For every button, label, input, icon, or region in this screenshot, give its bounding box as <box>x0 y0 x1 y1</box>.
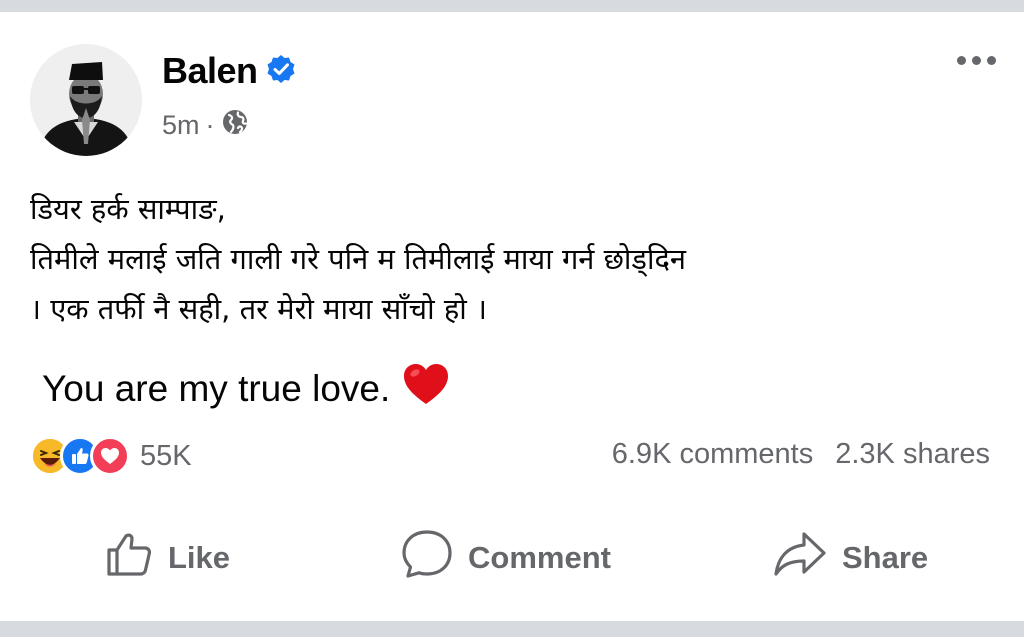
post-line: । एक तर्फी नै सही, तर मेरो माया साँचो हो… <box>30 292 487 326</box>
more-options-icon[interactable] <box>957 56 996 65</box>
author-name[interactable]: Balen <box>162 50 258 92</box>
post-line: तिमीले मलाई जति गाली गरे पनि म तिमीलाई म… <box>30 242 686 276</box>
like-label: Like <box>168 540 231 575</box>
love-reaction-icon <box>90 436 130 476</box>
shares-count[interactable]: 2.3K shares <box>835 438 990 471</box>
post-english-line: You are my true love. <box>42 362 450 415</box>
post-line: डियर हर्क साम्पाङ, <box>30 192 226 226</box>
more-dot <box>957 56 966 65</box>
more-dot <box>972 56 981 65</box>
top-divider <box>0 0 1024 12</box>
red-heart-icon <box>402 362 450 415</box>
reaction-icons <box>30 436 130 476</box>
comment-button[interactable]: Comment <box>400 528 611 588</box>
comment-label: Comment <box>468 540 611 575</box>
like-button[interactable]: Like <box>104 528 230 588</box>
avatar[interactable] <box>30 44 142 156</box>
reaction-count: 55K <box>140 439 192 472</box>
verified-badge-icon <box>266 54 296 89</box>
post-stats: 6.9K comments 2.3K shares <box>612 438 990 471</box>
post-body: डियर हर्क साम्पाङ, तिमीले मलाई जति गाली … <box>30 184 990 334</box>
share-button[interactable]: Share <box>772 528 928 588</box>
author-row: Balen <box>162 50 296 92</box>
action-bar: Like Comment Share <box>0 528 1024 588</box>
more-dot <box>987 56 996 65</box>
post-line-english: You are my true love. <box>42 367 391 409</box>
share-arrow-icon <box>772 529 828 587</box>
post-meta: 5m · <box>162 108 249 143</box>
reactions-summary[interactable]: 55K <box>30 436 192 476</box>
globe-icon <box>221 108 249 143</box>
thumbs-up-icon <box>104 529 154 587</box>
post-time[interactable]: 5m <box>162 110 200 141</box>
bottom-divider <box>0 621 1024 637</box>
share-label: Share <box>842 540 929 575</box>
comments-count[interactable]: 6.9K comments <box>612 438 813 471</box>
meta-separator: · <box>205 110 215 140</box>
comment-bubble-icon <box>400 528 454 588</box>
